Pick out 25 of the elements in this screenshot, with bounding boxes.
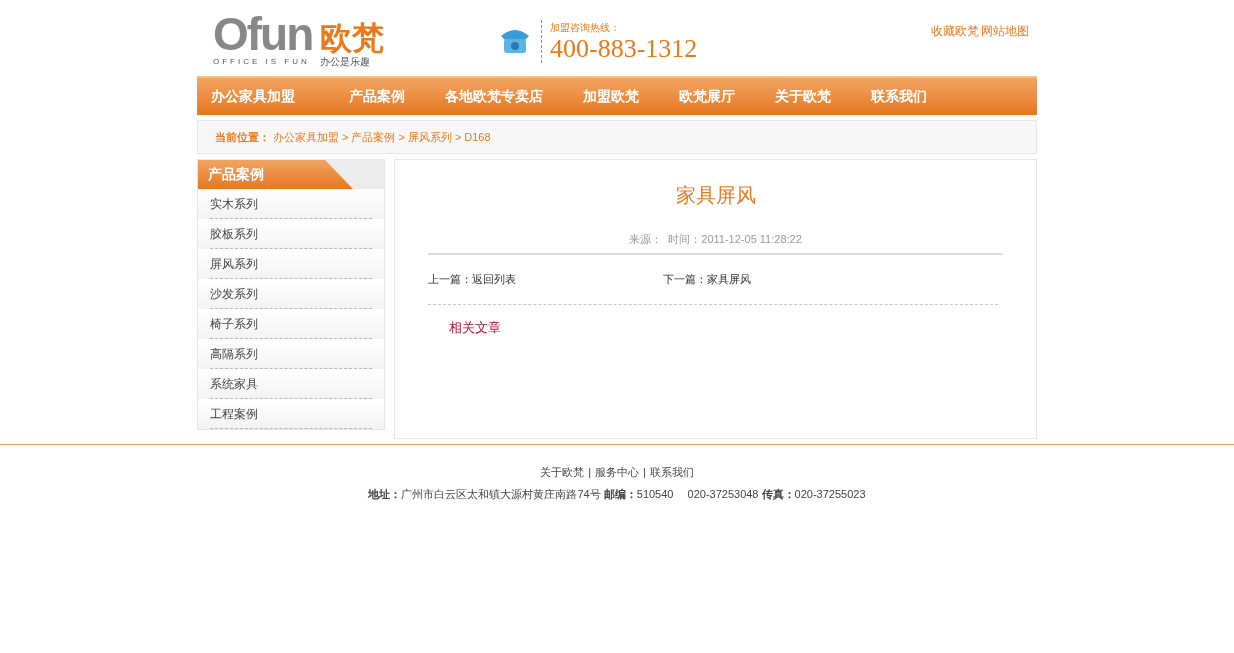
hotline-number: 400-883-1312 [550,35,698,63]
breadcrumb-separator: > [398,129,405,145]
sidebar-title: 产品案例 [207,165,264,184]
logo-name: 欧梵 [320,20,385,56]
footer-separator: | [588,465,591,480]
article-meta: 来源： 时间：2011-12-05 11:28:22 [629,232,802,247]
breadcrumb-separator: > [454,129,462,145]
article-title: 家具屏风 [675,183,756,208]
logo[interactable]: Ofun OFFICE IS FUN 欧梵 办公是乐趣 [213,12,423,68]
footer-separator: | [643,465,646,480]
hotline-label: 加盟咨询热线： [550,21,621,35]
prev-link[interactable]: 返回列表 [472,271,516,288]
footer-address: 地址：广州市白云区太和镇大源村黄庄南路74号 邮编：510540 020-37253048 传真：020-37255023 [368,486,866,502]
related-heading: 相关文章 [449,319,501,337]
prev-label: 上一篇： [428,272,472,288]
next-label: 下一篇： [663,272,707,288]
logo-tagline: OFFICE IS FUN [213,56,311,68]
footer-link[interactable]: 关于欧梵 [540,464,585,481]
logo-slogan: 办公是乐趣 [320,56,372,68]
footer-link[interactable]: 联系我们 [649,464,694,481]
next-link[interactable]: 家具屏风 [707,271,751,288]
breadcrumb-label: 当前位置： [215,129,270,145]
logo-wordmark: Ofun [213,12,313,56]
footer-link[interactable]: 服务中心 [595,464,639,481]
breadcrumb-separator: > [342,129,349,145]
